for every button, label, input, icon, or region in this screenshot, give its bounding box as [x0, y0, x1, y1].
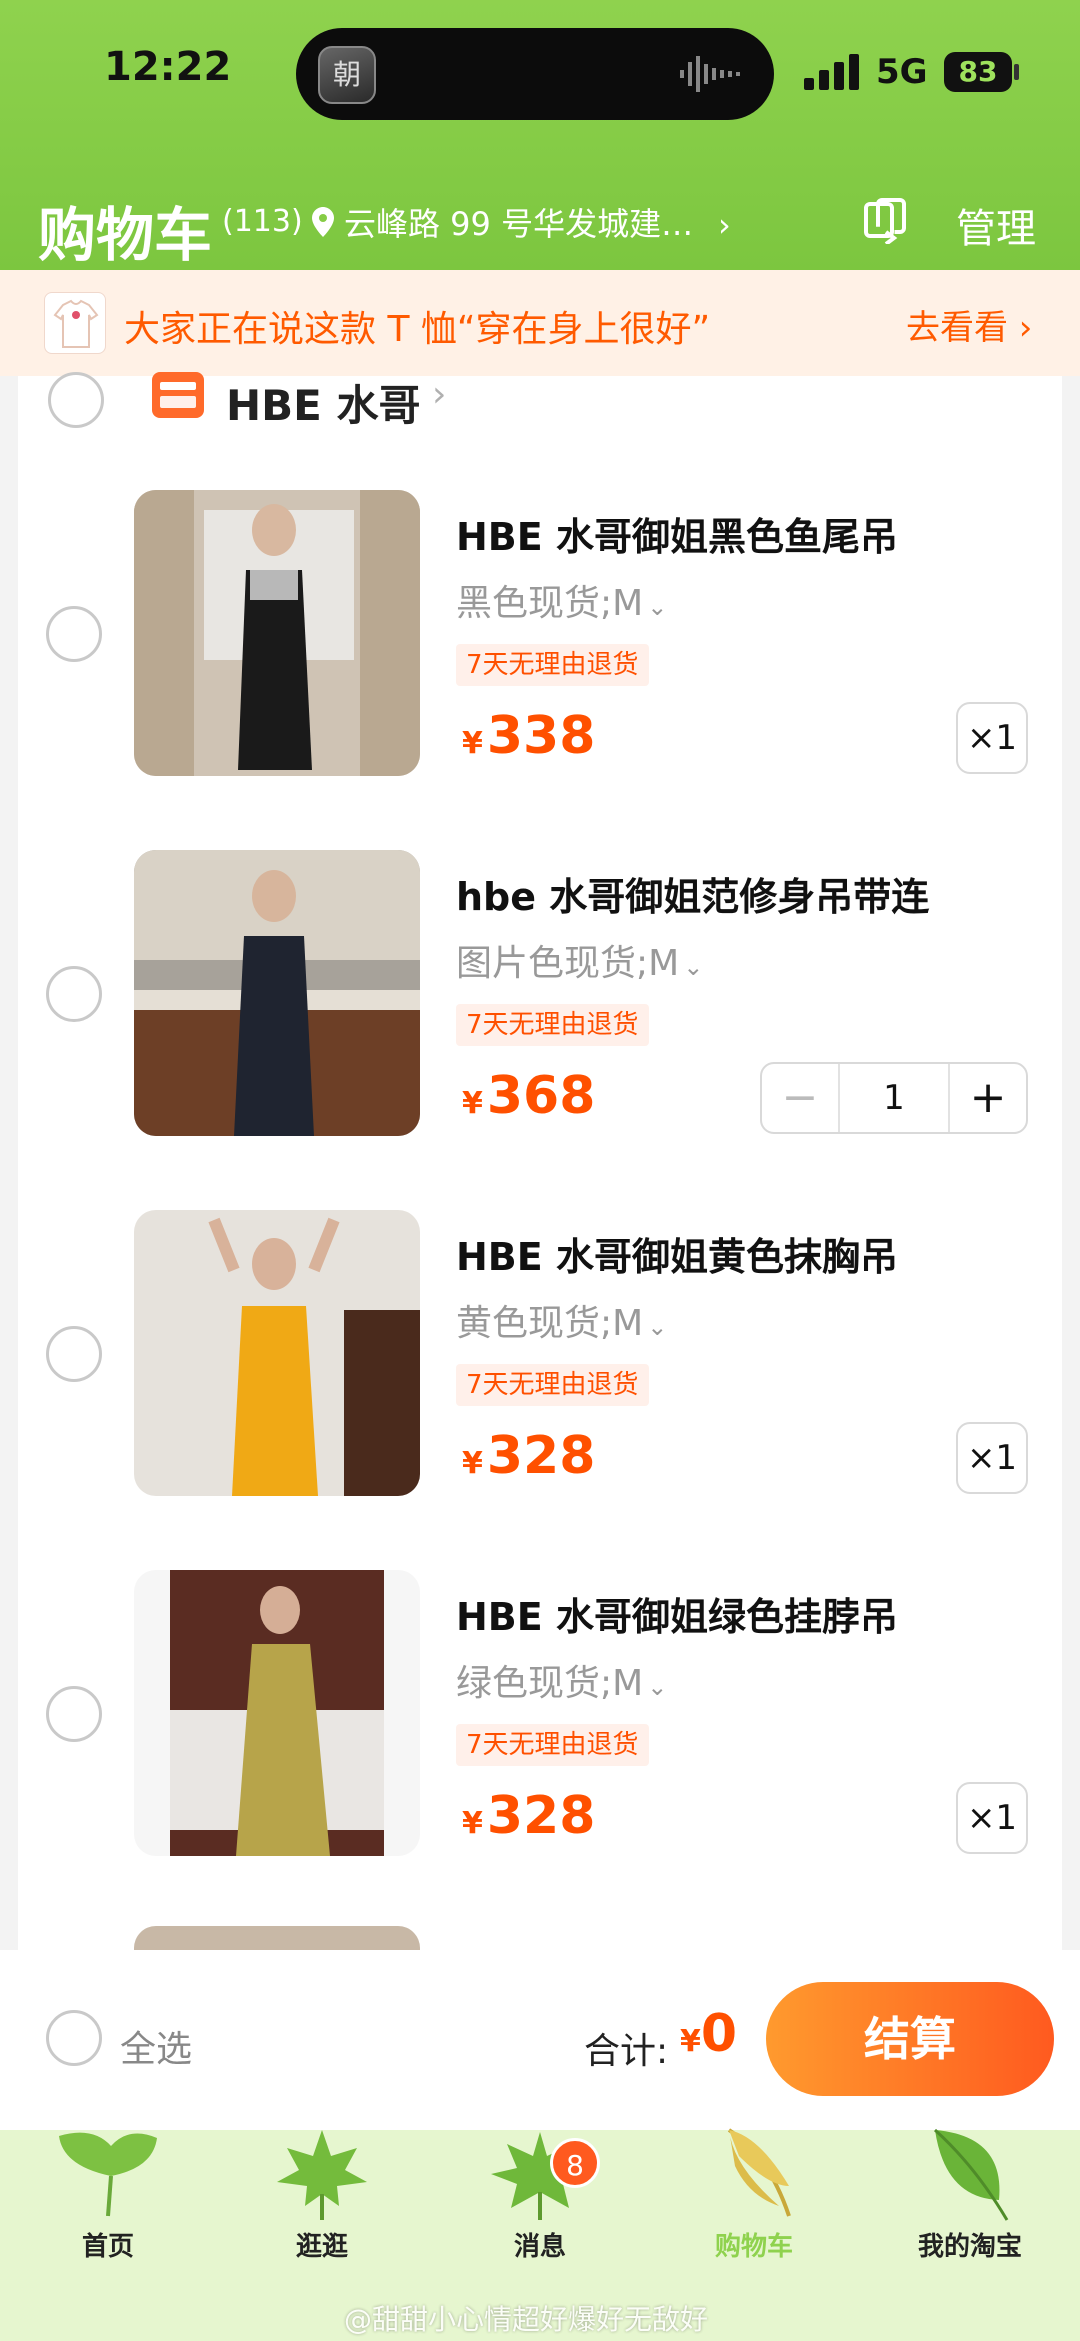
chevron-down-icon: ⌄: [647, 1313, 668, 1341]
battery-icon: 83: [944, 52, 1012, 92]
return-policy-tag: 7天无理由退货: [456, 644, 649, 686]
banner-tshirt-image: [44, 292, 106, 354]
sync-devices-icon[interactable]: [862, 196, 910, 244]
product-image[interactable]: [134, 1926, 420, 1950]
product-image[interactable]: [134, 1210, 420, 1496]
shop-select-radio[interactable]: [48, 372, 104, 428]
tab-cart[interactable]: 购物车: [664, 2126, 844, 2276]
tab-my-taobao[interactable]: 我的淘宝: [880, 2126, 1060, 2276]
manage-button[interactable]: 管理: [956, 196, 1036, 254]
shop-name[interactable]: HBE 水哥: [226, 372, 420, 433]
item-sku-selector[interactable]: 黑色现货;M ⌄: [456, 574, 667, 626]
dynamic-island: 朝: [296, 28, 774, 120]
return-policy-tag: 7天无理由退货: [456, 1004, 649, 1046]
battery-cap: [1014, 64, 1019, 80]
tab-explore[interactable]: 逛逛: [232, 2126, 412, 2276]
cart-item[interactable]: hbe 水哥御姐范修身吊带连 图片色现货;M ⌄ 7天无理由退货 ¥368 − 1…: [0, 850, 1080, 1150]
item-price: ¥328: [462, 1786, 596, 1846]
sku-text: 黑色现货;M: [456, 583, 644, 624]
banner-text: 大家正在说这款 T 恤“穿在身上很好”: [124, 309, 711, 350]
cart-item[interactable]: HBE 水哥御姐黄色抹胸吊 黄色现货;M ⌄ 7天无理由退货 ¥328 ×1: [0, 1210, 1080, 1510]
select-all-radio[interactable]: [46, 2010, 102, 2066]
cart-item[interactable]: HBE 水哥御姐绿色挂脖吊 绿色现货;M ⌄ 7天无理由退货 ¥328 ×1: [0, 1570, 1080, 1870]
item-price: ¥368: [462, 1066, 596, 1126]
status-time: 12:22: [104, 44, 232, 90]
chevron-down-icon: ⌄: [683, 953, 704, 981]
shop-icon: [152, 372, 204, 418]
chevron-right-icon[interactable]: ›: [718, 206, 731, 244]
select-all-label[interactable]: 全选: [120, 2020, 192, 2072]
item-title: HBE 水哥御姐黄色抹胸吊: [456, 1235, 898, 1279]
watermark: @甜甜小心情超好爆好无敌好: [344, 2303, 709, 2336]
tab-label: 首页: [81, 2232, 134, 2262]
item-price: ¥338: [462, 706, 596, 766]
tab-label: 购物车: [714, 2232, 793, 2262]
tab-label: 我的淘宝: [917, 2232, 1022, 2262]
total-amount: ¥0: [680, 2004, 738, 2064]
product-image[interactable]: [134, 1570, 420, 1856]
chevron-down-icon: ⌄: [647, 593, 668, 621]
signal-icon: [804, 54, 859, 90]
island-app-icon: 朝: [318, 46, 376, 104]
location-pin-icon: [312, 207, 334, 237]
tab-label: 消息: [513, 2232, 566, 2262]
address-text: 云峰路 99 号华发城建…: [344, 205, 694, 243]
quantity-button[interactable]: ×1: [956, 1422, 1028, 1494]
item-title: hbe 水哥御姐范修身吊带连: [456, 875, 930, 919]
banner-go-link[interactable]: 去看看 ›: [906, 300, 1032, 349]
quantity-button[interactable]: ×1: [956, 702, 1028, 774]
item-sku-selector[interactable]: 黄色现货;M ⌄: [456, 1294, 667, 1346]
audio-wave-icon: [680, 56, 740, 92]
tab-messages[interactable]: 消息: [450, 2126, 630, 2276]
page-title: 购物车: [38, 201, 213, 269]
item-title: HBE 水哥御姐黑色鱼尾吊: [456, 515, 898, 559]
product-image[interactable]: [134, 850, 420, 1136]
promo-banner[interactable]: 大家正在说这款 T 恤“穿在身上很好” 去看看 ›: [0, 270, 1080, 376]
palm-leaf-icon: [727, 2128, 791, 2217]
tab-home[interactable]: 首页: [18, 2126, 198, 2276]
cart-count: (113): [222, 204, 303, 239]
return-policy-tag: 7天无理由退货: [456, 1364, 649, 1406]
item-price: ¥328: [462, 1426, 596, 1486]
leaf-icon: [933, 2128, 1009, 2221]
maple-leaf-icon: [277, 2130, 367, 2220]
sku-text: 黄色现货;M: [456, 1303, 644, 1344]
increment-button[interactable]: +: [950, 1064, 1026, 1132]
address-selector[interactable]: 云峰路 99 号华发城建…: [312, 202, 694, 243]
sku-text: 绿色现货;M: [456, 1663, 644, 1704]
product-image[interactable]: [134, 490, 420, 776]
checkout-button[interactable]: 结算: [766, 1982, 1054, 2096]
ginkgo-leaf-icon: [59, 2132, 157, 2217]
decrement-button[interactable]: −: [762, 1064, 838, 1132]
return-policy-tag: 7天无理由退货: [456, 1724, 649, 1766]
item-sku-selector[interactable]: 绿色现货;M ⌄: [456, 1654, 667, 1706]
chevron-down-icon: ⌄: [647, 1673, 668, 1701]
message-badge: 8: [550, 2138, 600, 2188]
tshirt-icon: [53, 299, 99, 348]
item-title: HBE 水哥御姐绿色挂脖吊: [456, 1595, 898, 1639]
quantity-value[interactable]: 1: [838, 1064, 950, 1132]
item-sku-selector[interactable]: 图片色现货;M ⌄: [456, 934, 703, 986]
quantity-stepper[interactable]: − 1 +: [760, 1062, 1028, 1134]
sku-text: 图片色现货;M: [456, 943, 680, 984]
total-label: 合计:: [584, 2031, 669, 2072]
network-type: 5G: [876, 52, 928, 92]
quantity-button[interactable]: ×1: [956, 1782, 1028, 1854]
tab-label: 逛逛: [295, 2232, 348, 2262]
cart-item[interactable]: HBE 水哥御姐黑色鱼尾吊 黑色现货;M ⌄ 7天无理由退货 ¥338 ×1: [0, 490, 1080, 790]
chevron-right-icon[interactable]: ›: [432, 374, 446, 415]
